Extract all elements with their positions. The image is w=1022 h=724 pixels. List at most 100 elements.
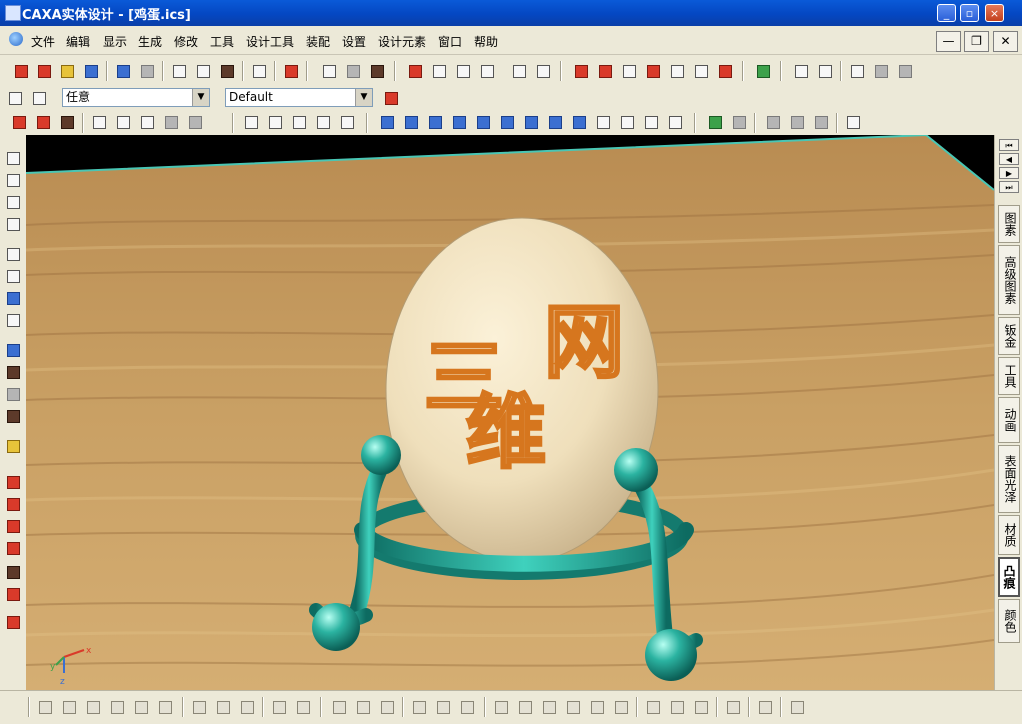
- curve-line-icon[interactable]: [378, 113, 396, 131]
- surface-blend-icon[interactable]: [186, 113, 204, 131]
- edit-sketch-icon[interactable]: [294, 698, 312, 716]
- cut-icon[interactable]: [716, 62, 734, 80]
- circle-tangent-icon[interactable]: [612, 698, 630, 716]
- remove-part-icon[interactable]: [730, 113, 748, 131]
- prev-tab-arrow[interactable]: ◀: [999, 153, 1019, 165]
- curve-join-icon[interactable]: [618, 113, 636, 131]
- loft-icon[interactable]: [58, 113, 76, 131]
- menu-edit[interactable]: 编辑: [66, 33, 90, 50]
- ellipse-icon[interactable]: [564, 698, 582, 716]
- orbit-icon[interactable]: [4, 171, 22, 189]
- tab-primitives[interactable]: 图素: [998, 205, 1020, 243]
- eyedropper-icon[interactable]: [792, 62, 810, 80]
- revolve-icon[interactable]: [34, 113, 52, 131]
- tab-emboss[interactable]: 凸痕: [998, 557, 1020, 597]
- surface-sweep-icon[interactable]: [138, 113, 156, 131]
- sketch-arc-icon[interactable]: [4, 539, 22, 557]
- perpendicular-line-icon[interactable]: [378, 698, 396, 716]
- twist-icon[interactable]: [692, 62, 710, 80]
- redo-icon[interactable]: [138, 62, 156, 80]
- curve-arc-icon[interactable]: [402, 113, 420, 131]
- open-folder-icon[interactable]: [58, 62, 76, 80]
- next-tab-arrow[interactable]: ▶: [999, 167, 1019, 179]
- surface-loft-icon[interactable]: [162, 113, 180, 131]
- tab-advanced-primitives[interactable]: 高级图素: [998, 245, 1020, 315]
- tab-sheet-metal[interactable]: 钣金: [998, 317, 1020, 355]
- menu-design-tools[interactable]: 设计工具: [246, 33, 294, 50]
- sphere-icon[interactable]: [896, 62, 914, 80]
- light-view-icon[interactable]: [4, 385, 22, 403]
- menu-modify[interactable]: 修改: [174, 33, 198, 50]
- zoom-window-icon[interactable]: [4, 267, 22, 285]
- sketch-dimension-icon[interactable]: [4, 613, 22, 631]
- menu-tools[interactable]: 工具: [210, 33, 234, 50]
- chevron-down-icon[interactable]: ▼: [192, 89, 209, 106]
- menu-generate[interactable]: 生成: [138, 33, 162, 50]
- hierarchy-icon[interactable]: [382, 89, 400, 107]
- select-box-icon[interactable]: [30, 89, 48, 107]
- tab-surface-finish[interactable]: 表面光泽: [998, 445, 1020, 513]
- text-icon[interactable]: [510, 62, 528, 80]
- layer-combo[interactable]: Default ▼: [225, 88, 373, 107]
- chamfer-icon[interactable]: [290, 113, 308, 131]
- rectangle-icon[interactable]: [458, 698, 476, 716]
- circle-center-icon[interactable]: [492, 698, 510, 716]
- spin-icon[interactable]: [454, 62, 472, 80]
- pattern-icon[interactable]: [596, 62, 614, 80]
- doc-minimize-button[interactable]: —: [936, 31, 961, 52]
- design-viewport[interactable]: 三 网 维 x y z: [26, 135, 994, 690]
- material-icon[interactable]: [848, 62, 866, 80]
- break-icon[interactable]: [238, 698, 256, 716]
- tab-material[interactable]: 材质: [998, 515, 1020, 555]
- sweep-icon[interactable]: [478, 62, 496, 80]
- zoom-fit-icon[interactable]: [4, 289, 22, 307]
- close-button[interactable]: ×: [985, 4, 1004, 22]
- curve-bridge-icon[interactable]: [546, 113, 564, 131]
- undo-icon[interactable]: [114, 62, 132, 80]
- polygon-icon[interactable]: [588, 698, 606, 716]
- sketch-box-icon[interactable]: [4, 517, 22, 535]
- new-design-icon[interactable]: [35, 62, 53, 80]
- print-icon[interactable]: [218, 62, 236, 80]
- app-icon[interactable]: [5, 5, 21, 21]
- smart-render-icon[interactable]: [320, 62, 338, 80]
- tab-animation[interactable]: 动画: [998, 397, 1020, 443]
- sketch-fill-icon[interactable]: [4, 563, 22, 581]
- bend-icon[interactable]: [668, 62, 686, 80]
- arc-tangent-icon[interactable]: [692, 698, 710, 716]
- extrude-icon[interactable]: [10, 113, 28, 131]
- shell-icon[interactable]: [242, 113, 260, 131]
- doc-restore-button[interactable]: ❐: [964, 31, 989, 52]
- curve-spline-icon[interactable]: [426, 113, 444, 131]
- delete-icon[interactable]: [190, 698, 208, 716]
- grid-icon[interactable]: [36, 698, 54, 716]
- arrow-icon[interactable]: [572, 62, 590, 80]
- curve-trim-icon[interactable]: [594, 113, 612, 131]
- view-side-icon[interactable]: [812, 113, 830, 131]
- zoom-in-icon[interactable]: [4, 245, 22, 263]
- rotate-sketch-icon[interactable]: [84, 698, 102, 716]
- finish-sketch-icon[interactable]: [788, 698, 806, 716]
- paint-icon[interactable]: [816, 62, 834, 80]
- import-icon[interactable]: [170, 62, 188, 80]
- curve-break-icon[interactable]: [642, 113, 660, 131]
- menu-window[interactable]: 窗口: [438, 33, 462, 50]
- chevron-down-icon[interactable]: ▼: [355, 89, 372, 106]
- zoom-icon[interactable]: [250, 62, 268, 80]
- pull-icon[interactable]: [406, 62, 424, 80]
- pan-icon[interactable]: [4, 149, 22, 167]
- curve-helix-icon[interactable]: [450, 113, 468, 131]
- circle-3pt-icon[interactable]: [540, 698, 558, 716]
- new-icon[interactable]: [12, 62, 30, 80]
- boolean-icon[interactable]: [338, 113, 356, 131]
- split-icon[interactable]: [314, 113, 332, 131]
- view-top-icon[interactable]: [788, 113, 806, 131]
- camera-icon[interactable]: [368, 62, 386, 80]
- menu-file[interactable]: 文件: [31, 33, 55, 50]
- circle-2pt-icon[interactable]: [516, 698, 534, 716]
- curve-intersect-icon[interactable]: [522, 113, 540, 131]
- surface-extrude-icon[interactable]: [90, 113, 108, 131]
- tab-tools[interactable]: 工具: [998, 357, 1020, 395]
- curve-project-icon[interactable]: [498, 113, 516, 131]
- arc-icon[interactable]: [644, 698, 662, 716]
